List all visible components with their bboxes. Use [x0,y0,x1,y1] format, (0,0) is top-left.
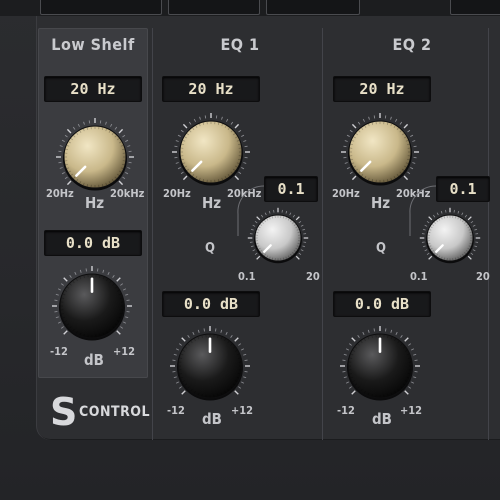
section-divider-3 [488,28,489,440]
eq2-title: EQ 2 [392,35,432,54]
section-divider-2 [322,28,323,440]
low-shelf-freq-min-label: 20Hz [46,187,74,200]
eq2-gain-max-label: +12 [400,404,423,417]
knob-body [348,120,412,184]
eq2-q-min-label: 0.1 [410,270,428,283]
top-strip [0,0,500,16]
low-shelf-freq-unit: Hz [85,194,105,212]
brand-logo-mark: S [50,390,78,434]
eq1-gain-knob[interactable] [170,326,250,406]
eq2-gain-min-label: -12 [337,404,355,417]
eq1-q-min-label: 0.1 [238,270,256,283]
eq2-gain-knob[interactable] [340,326,420,406]
eq1-freq-readout[interactable]: 20 Hz [162,76,260,102]
knob-body [63,125,127,189]
eq2-freq-readout[interactable]: 20 Hz [333,76,431,102]
plugin-window: Low Shelf 20 Hz 20Hz 20kHz Hz 0.0 dB -12… [0,0,500,500]
eq2-q-knob[interactable] [414,202,486,274]
knob-body [426,214,474,262]
low-shelf-gain-min-label: -12 [50,345,68,358]
low-shelf-freq-knob[interactable] [55,117,135,197]
eq2-gain-readout[interactable]: 0.0 dB [333,291,431,317]
eq1-gain-max-label: +12 [231,404,254,417]
eq1-q-max-label: 20 [306,270,320,283]
eq1-title: EQ 1 [220,35,260,54]
brand-logo-text: CONTROL [79,404,151,420]
top-slot-right [266,0,360,15]
low-shelf-title: Low Shelf [51,35,135,54]
eq1-q-label: Q [205,241,215,256]
section-divider-1 [152,28,153,440]
knob-body [254,214,302,262]
plugin-chassis: Low Shelf 20 Hz 20Hz 20kHz Hz 0.0 dB -12… [0,0,500,500]
eq1-q-knob[interactable] [242,202,314,274]
top-slot-left [40,0,162,15]
knob-body [179,120,243,184]
low-shelf-freq-max-label: 20kHz [110,187,145,200]
eq2-freq-unit: Hz [371,194,391,212]
eq2-gain-unit: dB [372,410,392,428]
eq2-q-label: Q [376,241,386,256]
eq1-gain-unit: dB [202,410,222,428]
eq1-gain-readout[interactable]: 0.0 dB [162,291,260,317]
eq2-freq-min-label: 20Hz [332,187,360,200]
eq1-gain-min-label: -12 [167,404,185,417]
eq1-freq-min-label: 20Hz [163,187,191,200]
low-shelf-gain-readout[interactable]: 0.0 dB [44,230,142,256]
eq2-q-max-label: 20 [476,270,490,283]
low-shelf-gain-knob[interactable] [52,266,132,346]
top-slot-edge [450,0,500,15]
low-shelf-gain-unit: dB [84,351,104,369]
low-shelf-freq-readout[interactable]: 20 Hz [44,76,142,102]
top-slot-mid [168,0,260,15]
eq1-freq-unit: Hz [202,194,222,212]
low-shelf-gain-max-label: +12 [113,345,136,358]
